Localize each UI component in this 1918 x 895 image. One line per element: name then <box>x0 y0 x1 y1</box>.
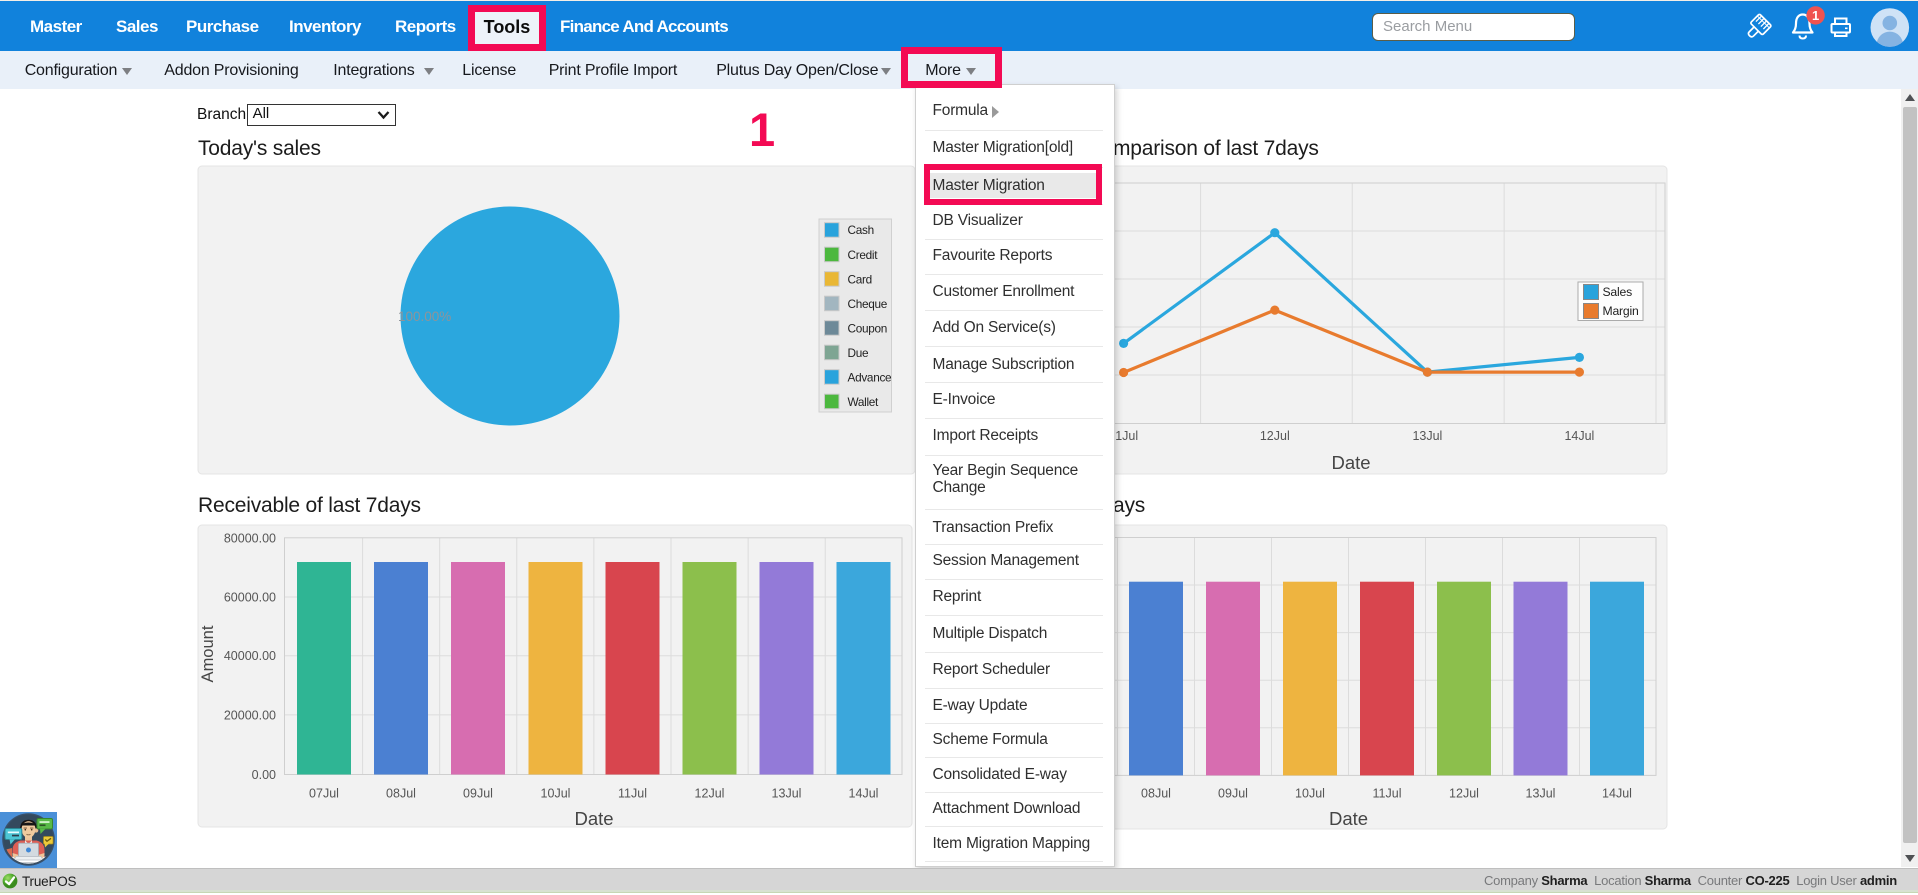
svg-text:07Jul: 07Jul <box>309 787 339 801</box>
svg-text:11Jul: 11Jul <box>1373 787 1402 801</box>
svg-text:09Jul: 09Jul <box>463 787 493 801</box>
svg-text:Date: Date <box>574 808 613 829</box>
svg-text:12Jul: 12Jul <box>695 787 725 801</box>
svg-text:Margin: Margin <box>1603 304 1639 318</box>
svg-text:Cheque: Cheque <box>848 297 888 311</box>
svg-text:Wallet: Wallet <box>848 395 880 409</box>
svg-text:Card: Card <box>848 273 872 287</box>
svg-text:08Jul: 08Jul <box>1141 787 1171 801</box>
svg-text:Cash: Cash <box>848 223 874 237</box>
svg-text:08Jul: 08Jul <box>386 787 416 801</box>
svg-text:40000.00: 40000.00 <box>224 649 276 663</box>
svg-text:Coupon: Coupon <box>848 322 888 336</box>
svg-text:Date: Date <box>1331 452 1370 473</box>
svg-text:10Jul: 10Jul <box>541 787 571 801</box>
svg-text:13Jul: 13Jul <box>772 787 802 801</box>
svg-text:Due: Due <box>848 346 869 360</box>
svg-text:Date: Date <box>1329 808 1368 829</box>
svg-text:14Jul: 14Jul <box>1602 787 1632 801</box>
svg-text:80000.00: 80000.00 <box>224 531 276 545</box>
svg-text:Credit: Credit <box>848 248 879 262</box>
svg-text:12Jul: 12Jul <box>1260 429 1290 443</box>
svg-text:Advance: Advance <box>848 371 893 385</box>
svg-text:0.00: 0.00 <box>252 768 276 782</box>
svg-text:14Jul: 14Jul <box>849 787 879 801</box>
svg-text:10Jul: 10Jul <box>1295 787 1325 801</box>
svg-text:1Jul: 1Jul <box>1115 429 1138 443</box>
svg-text:13Jul: 13Jul <box>1412 429 1442 443</box>
svg-text:13Jul: 13Jul <box>1526 787 1556 801</box>
svg-text:09Jul: 09Jul <box>1218 787 1248 801</box>
svg-text:14Jul: 14Jul <box>1564 429 1594 443</box>
svg-text:20000.00: 20000.00 <box>224 708 276 722</box>
svg-text:12Jul: 12Jul <box>1449 787 1479 801</box>
svg-text:Sales: Sales <box>1603 285 1633 299</box>
svg-text:60000.00: 60000.00 <box>224 591 276 605</box>
svg-text:100.00%: 100.00% <box>398 309 451 324</box>
svg-text:11Jul: 11Jul <box>618 787 647 801</box>
svg-text:Amount: Amount <box>199 625 217 682</box>
